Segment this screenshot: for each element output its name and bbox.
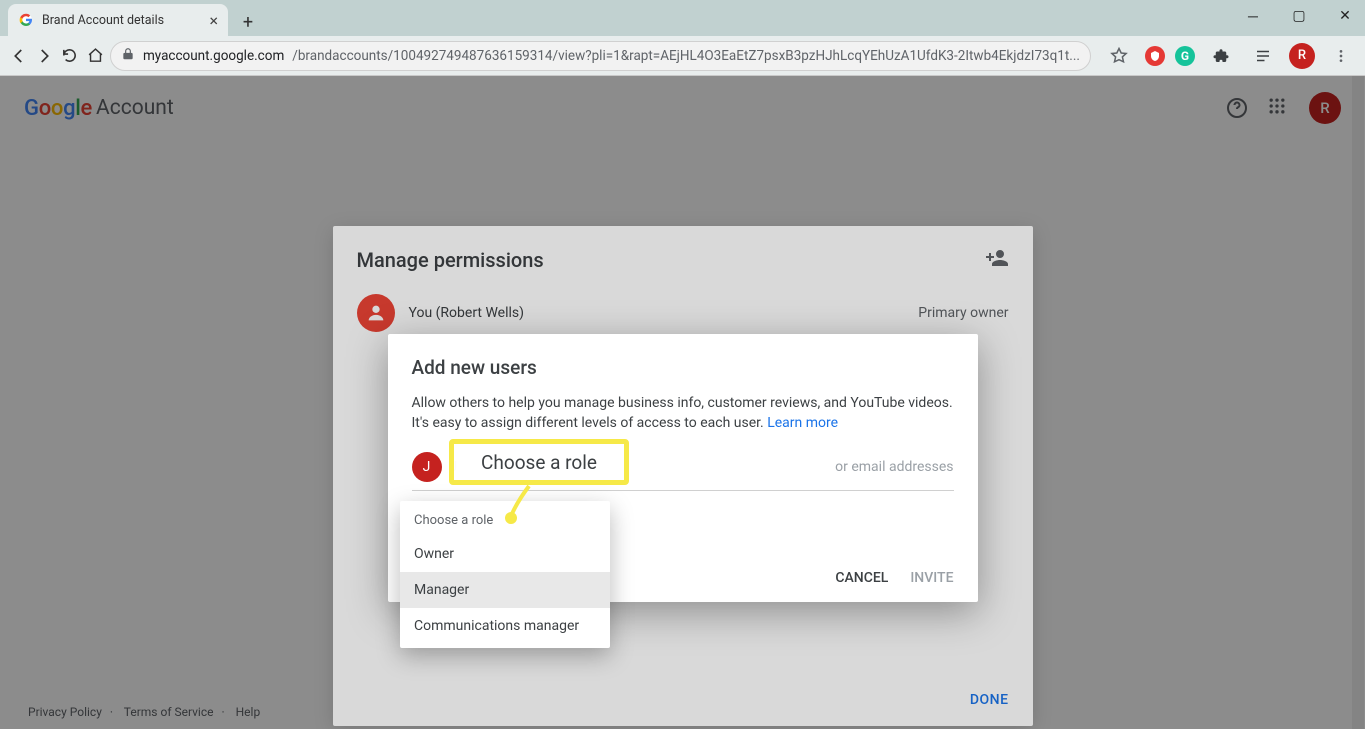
chip-avatar-icon: J	[412, 452, 442, 482]
bookmark-star-icon[interactable]	[1103, 40, 1135, 72]
back-button[interactable]	[8, 40, 29, 72]
browser-chrome: Brand Account details × + ─ ▢ ✕ myaccoun…	[0, 0, 1365, 76]
profile-avatar-icon[interactable]: R	[1289, 43, 1315, 69]
extension-grammarly-icon[interactable]: G	[1175, 46, 1195, 66]
forward-button[interactable]	[33, 40, 54, 72]
reading-list-icon[interactable]	[1247, 40, 1279, 72]
extension-icons: G R	[1095, 40, 1357, 72]
permission-user-role: Primary owner	[918, 305, 1008, 321]
window-close-icon[interactable]: ✕	[1331, 4, 1359, 28]
window-controls: ─ ▢ ✕	[1239, 4, 1359, 28]
permission-user-name: You (Robert Wells)	[409, 305, 905, 321]
role-option-manager[interactable]: Manager	[400, 572, 610, 608]
cancel-button[interactable]: CANCEL	[835, 570, 888, 586]
tab-strip: Brand Account details × + ─ ▢ ✕	[0, 0, 1365, 36]
url-path: /brandaccounts/100492749487636159314/vie…	[292, 48, 1080, 64]
extension-ublock-icon[interactable]	[1145, 46, 1165, 66]
learn-more-link[interactable]: Learn more	[767, 415, 838, 431]
url-host: myaccount.google.com	[143, 48, 284, 64]
new-tab-button[interactable]: +	[234, 8, 262, 36]
role-option-communications-manager[interactable]: Communications manager	[400, 608, 610, 644]
role-option-owner[interactable]: Owner	[400, 536, 610, 572]
tab-close-icon[interactable]: ×	[209, 11, 218, 30]
annotation-highlight: Choose a role	[449, 439, 629, 485]
done-button[interactable]: DONE	[970, 692, 1009, 708]
browser-tab[interactable]: Brand Account details ×	[8, 4, 228, 36]
chrome-menu-icon[interactable]	[1325, 40, 1357, 72]
tab-title: Brand Account details	[42, 13, 164, 28]
menu-header: Choose a role	[400, 505, 610, 536]
address-bar[interactable]: myaccount.google.com/brandaccounts/10049…	[110, 41, 1091, 71]
user-avatar-icon	[357, 294, 395, 332]
add-people-icon[interactable]	[985, 246, 1009, 274]
extensions-puzzle-icon[interactable]	[1205, 40, 1237, 72]
invite-button[interactable]: INVITE	[910, 570, 953, 586]
browser-toolbar: myaccount.google.com/brandaccounts/10049…	[0, 36, 1365, 76]
favicon-google-icon	[18, 12, 34, 28]
window-minimize-icon[interactable]: ─	[1239, 4, 1267, 28]
dialog-title: Add new users	[412, 356, 954, 379]
role-dropdown-menu: Choose a role OwnerManagerCommunications…	[400, 501, 610, 648]
window-maximize-icon[interactable]: ▢	[1285, 4, 1313, 28]
home-button[interactable]	[84, 40, 105, 72]
reload-button[interactable]	[59, 40, 80, 72]
panel-title: Manage permissions	[357, 248, 544, 272]
entry-placeholder: or email addresses	[835, 459, 953, 475]
dialog-body: Allow others to help you manage business…	[412, 393, 954, 434]
page-viewport: Google Account R Privacy Policy· Terms o…	[0, 76, 1365, 729]
lock-icon	[121, 47, 135, 65]
